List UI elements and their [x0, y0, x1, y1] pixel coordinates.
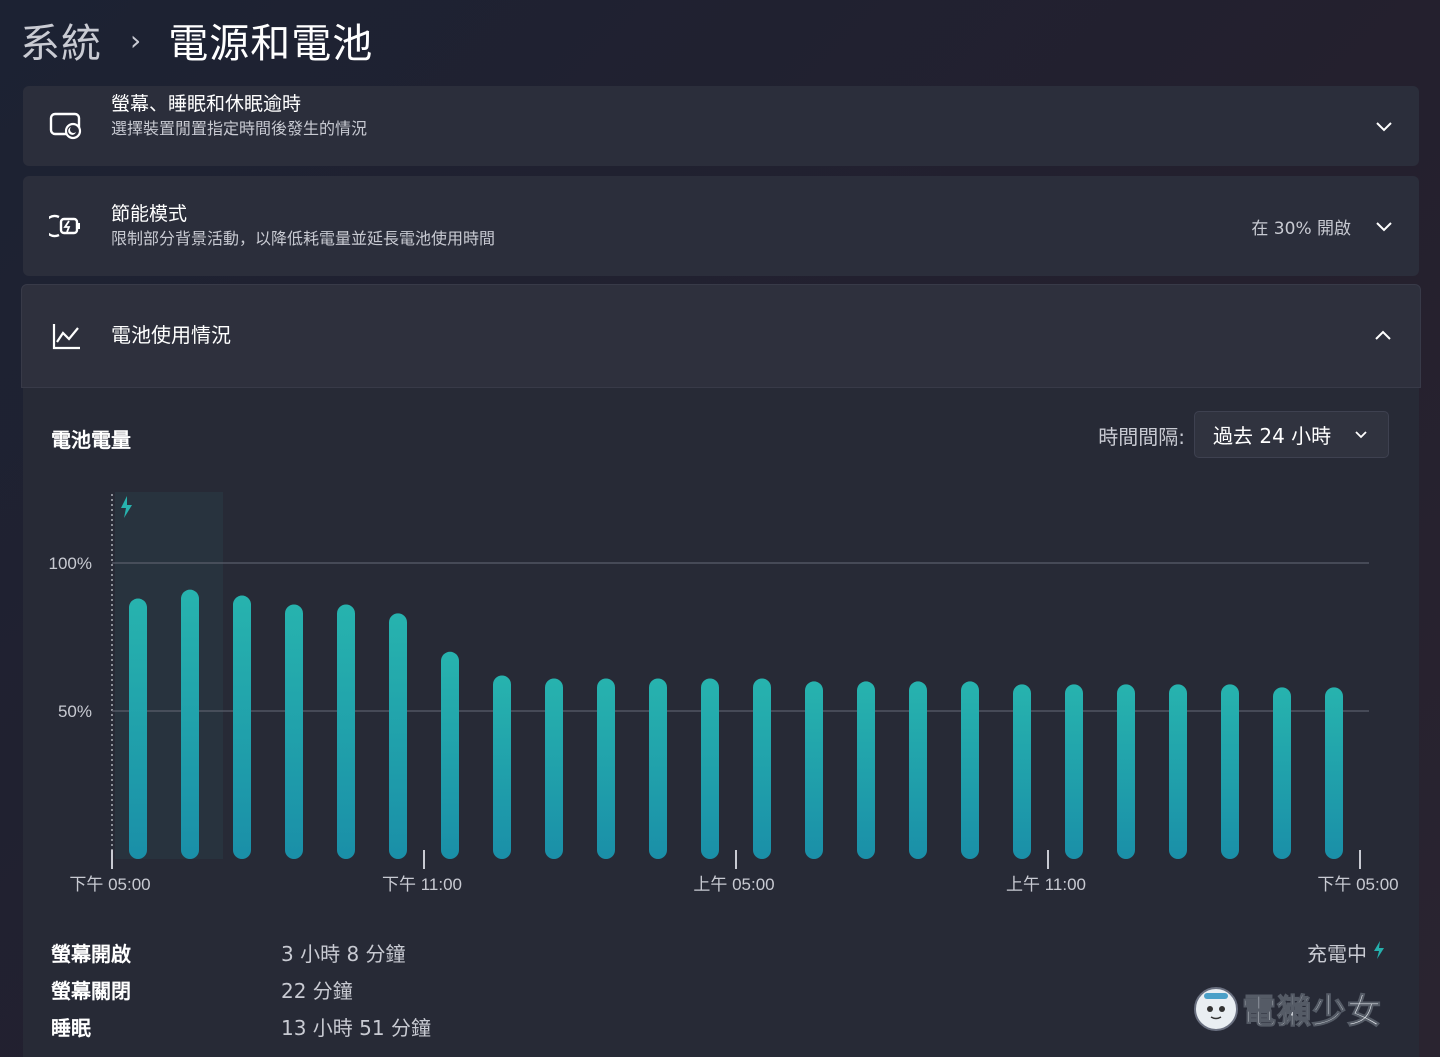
battery-bar: [1221, 684, 1239, 859]
stat-value: 3 小時 8 分鐘: [281, 942, 406, 966]
battery-bar: [961, 681, 979, 859]
x-tick-label: 上午 11:00: [1006, 875, 1086, 894]
battery-bar: [389, 613, 407, 859]
battery-level-chart: 100% 50% 下午 05:00 下午 11:00 上午 05:00 上午 11:00 下…: [49, 492, 1399, 894]
energy-saver-status: 在 30% 開啟: [1251, 218, 1351, 239]
breadcrumb-separator: ›: [130, 23, 143, 57]
chevron-up-icon[interactable]: [1372, 325, 1394, 347]
chevron-down-icon[interactable]: [1373, 215, 1395, 237]
screen-sleep-subtitle: 選擇裝置閒置指定時間後發生的情況: [111, 119, 368, 138]
stat-label: 螢幕關閉: [51, 979, 131, 1003]
x-tick-label: 上午 05:00: [693, 875, 774, 894]
battery-usage-expander[interactable]: 電池使用情況: [21, 284, 1421, 388]
line-chart-icon: [50, 319, 84, 353]
energy-saver-icon: [49, 209, 83, 243]
stat-value: 13 小時 51 分鐘: [281, 1016, 431, 1040]
battery-bar: [857, 681, 875, 859]
battery-bar: [649, 678, 667, 859]
screen-sleep-icon: [49, 109, 83, 143]
stat-label: 睡眠: [51, 1016, 91, 1040]
energy-saver-card[interactable]: 節能模式 限制部分背景活動，以降低耗電量並延長電池使用時間 在 30% 開啟: [23, 176, 1419, 276]
battery-bar: [753, 678, 771, 859]
stat-label: 螢幕開啟: [51, 942, 131, 966]
battery-bar: [909, 681, 927, 859]
charging-label: 充電中: [1307, 942, 1367, 966]
battery-bar: [493, 675, 511, 859]
battery-bar: [181, 589, 199, 859]
battery-bar: [597, 678, 615, 859]
watermark-logo: 電獺少女: [1194, 984, 1382, 1033]
battery-bar: [337, 604, 355, 859]
battery-bar: [1273, 687, 1291, 859]
x-tick-label: 下午 05:00: [1317, 875, 1398, 894]
battery-bar: [1169, 684, 1187, 859]
charging-legend: 充電中: [1307, 938, 1385, 967]
y-tick-label: 100%: [49, 554, 92, 573]
x-tick-label: 下午 05:00: [69, 875, 150, 894]
x-tick-label: 下午 11:00: [382, 875, 462, 894]
breadcrumb-parent[interactable]: 系統: [20, 11, 102, 69]
screen-sleep-title: 螢幕、睡眠和休眠逾時: [111, 93, 302, 115]
breadcrumb: 系統 › 電源和電池: [20, 10, 373, 70]
battery-usage-panel: 電池電量 時間間隔: 過去 24 小時 100% 50% 下午 05:00 下午 11…: [23, 388, 1419, 1057]
stat-value: 22 分鐘: [281, 979, 353, 1003]
battery-bar: [129, 598, 147, 859]
battery-bar: [1325, 687, 1343, 859]
battery-bar: [805, 681, 823, 859]
battery-bar: [285, 604, 303, 859]
energy-saver-subtitle: 限制部分背景活動，以降低耗電量並延長電池使用時間: [111, 229, 496, 248]
battery-bar: [441, 651, 459, 859]
chevron-down-icon[interactable]: [1373, 115, 1395, 137]
battery-bar: [701, 678, 719, 859]
lightning-icon: [1373, 940, 1385, 965]
battery-bar: [233, 595, 251, 859]
y-tick-label: 50%: [58, 702, 92, 721]
battery-bar: [545, 678, 563, 859]
watermark-text: 電獺少女: [1242, 992, 1382, 1033]
page-title: 電源和電池: [168, 21, 374, 67]
mascot-icon: [1194, 986, 1238, 1031]
battery-bar: [1065, 684, 1083, 859]
battery-bar: [1013, 684, 1031, 859]
energy-saver-title: 節能模式: [111, 203, 188, 225]
battery-usage-title: 電池使用情況: [111, 323, 231, 347]
battery-bar: [1117, 684, 1135, 859]
screen-sleep-card[interactable]: 螢幕、睡眠和休眠逾時 選擇裝置閒置指定時間後發生的情況: [23, 86, 1419, 166]
